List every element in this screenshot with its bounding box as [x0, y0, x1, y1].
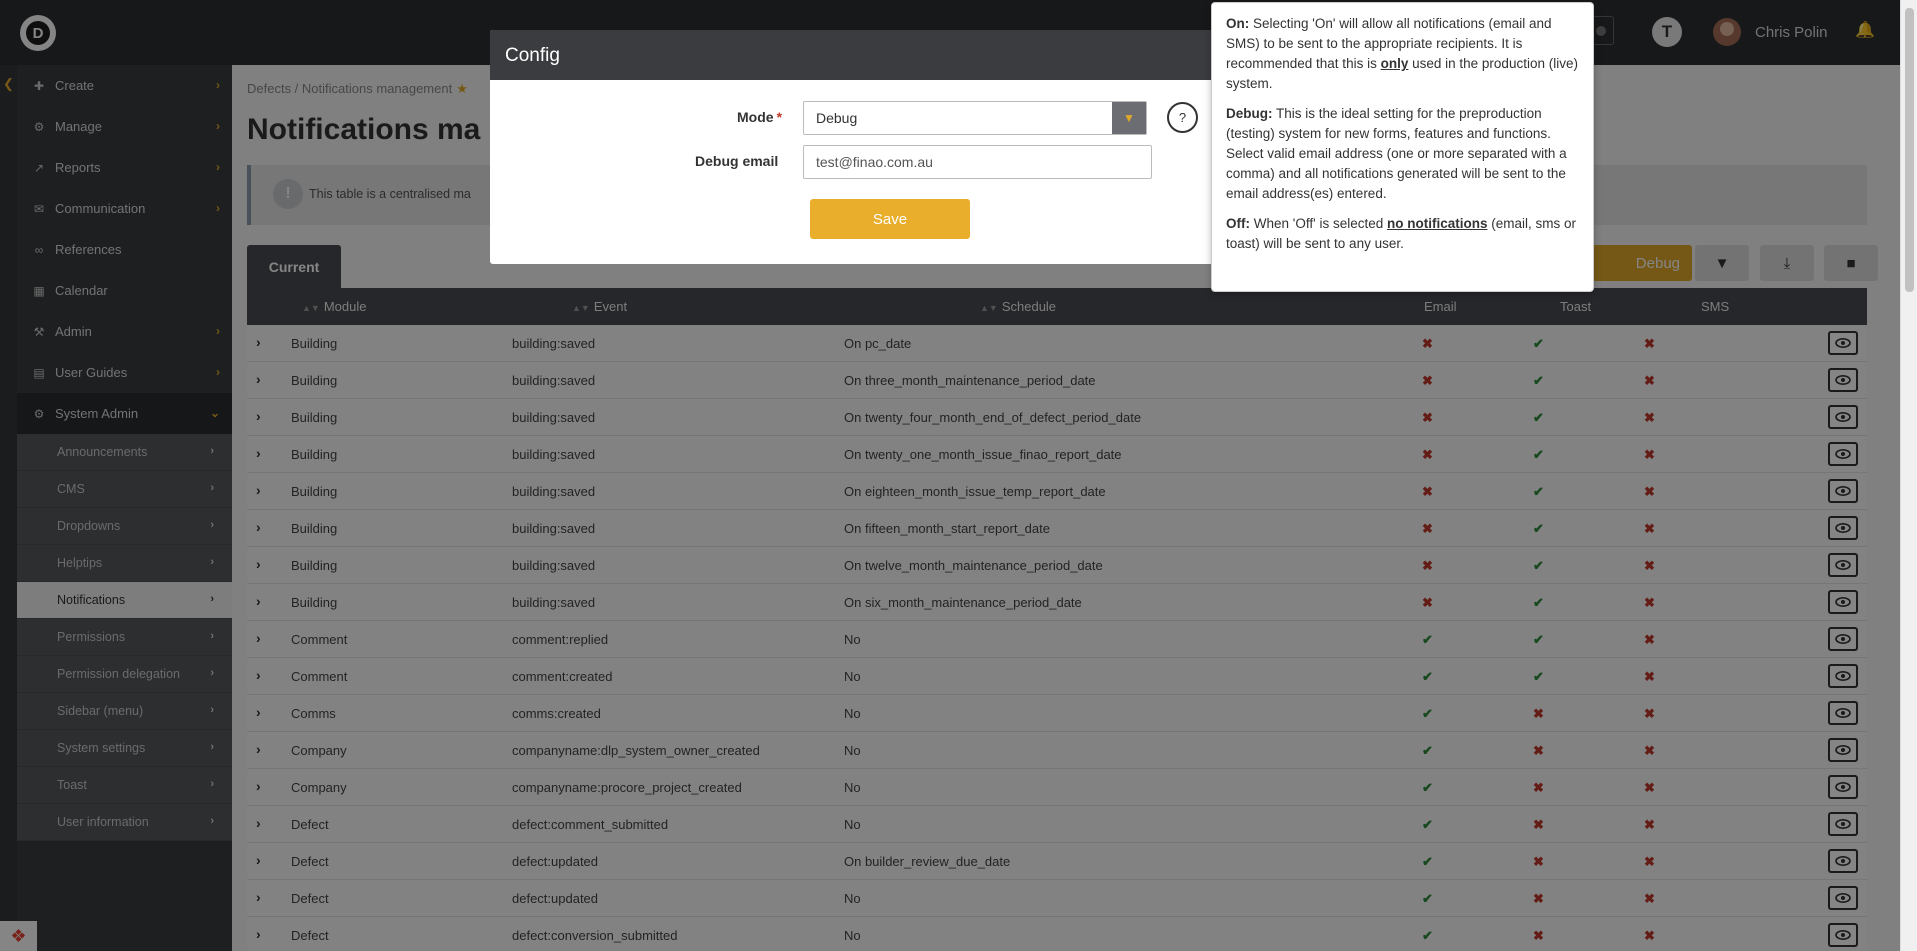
mode-select[interactable]: Debug ▼ [803, 101, 1147, 135]
popover-on-title: On: [1226, 16, 1250, 31]
popover-on-paragraph: On: Selecting 'On' will allow all notifi… [1226, 14, 1579, 94]
page-scrollbar[interactable] [1900, 0, 1917, 951]
debug-email-label: Debug email [695, 153, 779, 169]
config-modal: Config Mode* Debug ▼ ? Debug email Save [490, 30, 1222, 264]
help-button[interactable]: ? [1167, 102, 1198, 133]
popover-debug-paragraph: Debug: This is the ideal setting for the… [1226, 104, 1579, 204]
popover-off-paragraph: Off: When 'Off' is selected no notificat… [1226, 214, 1579, 254]
required-marker: * [776, 109, 783, 125]
chevron-down-icon[interactable]: ▼ [1112, 102, 1146, 134]
modal-title: Config [490, 30, 1222, 80]
popover-debug-title: Debug: [1226, 106, 1273, 121]
mode-help-popover: On: Selecting 'On' will allow all notifi… [1211, 2, 1594, 292]
mode-label-text: Mode [737, 109, 774, 125]
scrollbar-thumb[interactable] [1905, 8, 1914, 292]
popover-on-emphasis: only [1380, 56, 1409, 71]
mode-select-value: Debug [816, 110, 858, 126]
popover-debug-text: This is the ideal setting for the prepro… [1226, 106, 1567, 201]
popover-off-text-1: When 'Off' is selected [1253, 216, 1384, 231]
popover-off-emphasis: no notifications [1387, 216, 1488, 231]
mode-label: Mode * [737, 109, 782, 125]
popover-off-title: Off: [1226, 216, 1250, 231]
debug-email-input[interactable] [803, 145, 1152, 179]
save-button[interactable]: Save [810, 199, 970, 239]
